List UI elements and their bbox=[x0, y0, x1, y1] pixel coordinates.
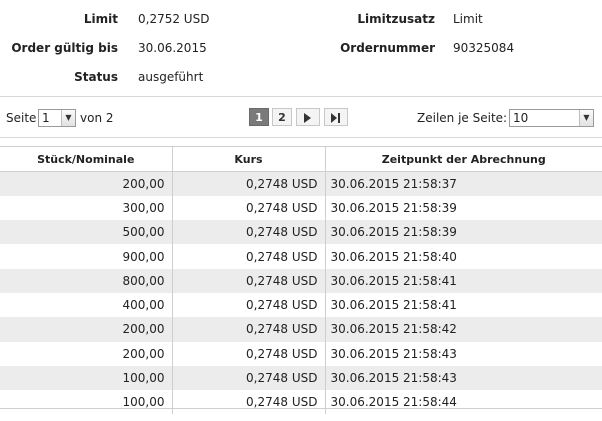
status-value: ausgeführt bbox=[138, 70, 204, 84]
limit-label: Limit bbox=[83, 12, 118, 26]
limitzusatz-value: Limit bbox=[453, 12, 483, 26]
cell-zeitpunkt: 30.06.2015 21:58:39 bbox=[324, 220, 602, 245]
cell-zeitpunkt: 30.06.2015 21:58:42 bbox=[324, 317, 602, 342]
skip-last-icon bbox=[331, 113, 340, 123]
cell-stueck: 300,00 bbox=[122, 200, 165, 215]
play-next-icon bbox=[304, 113, 311, 123]
cell-kurs: 0,2748 USD bbox=[171, 292, 325, 318]
status-label: Status bbox=[74, 70, 118, 84]
cell-zeitpunkt: 30.06.2015 21:58:40 bbox=[324, 244, 602, 269]
page-select[interactable]: 1 ▼ bbox=[38, 109, 76, 127]
von-label: von 2 bbox=[80, 111, 114, 125]
table-row: 100,00 0,2748 USD 30.06.2015 21:58:44 bbox=[0, 390, 602, 415]
table-row: 100,00 0,2748 USD 30.06.2015 21:58:43 bbox=[0, 365, 602, 391]
next-page-button[interactable] bbox=[296, 108, 320, 126]
cell-stueck: 900,00 bbox=[122, 249, 165, 264]
cell-kurs: 0,2748 USD bbox=[171, 171, 325, 196]
cell-kurs: 0,2748 USD bbox=[171, 268, 325, 293]
cell-zeitpunkt: 30.06.2015 21:58:37 bbox=[324, 171, 602, 196]
cell-stueck: 200,00 bbox=[0, 171, 172, 196]
cell-kurs: 0,2748 USD bbox=[171, 341, 325, 366]
seite-label: Seite bbox=[6, 111, 37, 125]
cell-stueck: 200,00 bbox=[122, 346, 165, 361]
zeilen-label: Zeilen je Seite: bbox=[417, 111, 508, 125]
table-row: 400,00 0,2748 USD 30.06.2015 21:58:41 bbox=[0, 292, 602, 318]
ordernummer-value: 90325084 bbox=[453, 41, 515, 55]
chevron-down-icon: ▼ bbox=[61, 110, 75, 126]
header-stueck[interactable]: Stück/Nominale bbox=[0, 146, 172, 172]
chevron-down-icon: ▼ bbox=[579, 110, 593, 126]
page-button-1[interactable]: 1 bbox=[249, 108, 269, 126]
cell-zeitpunkt: 30.06.2015 21:58:41 bbox=[324, 292, 602, 318]
order-details: Limit 0,2752 USD Limitzusatz Limit Order… bbox=[0, 0, 602, 92]
gueltig-value: 30.06.2015 bbox=[138, 41, 207, 55]
cell-kurs: 0,2748 USD bbox=[171, 244, 325, 269]
cell-kurs: 0,2748 USD bbox=[171, 365, 325, 391]
cell-kurs: 0,2748 USD bbox=[171, 195, 325, 221]
execution-table: Stück/Nominale Kurs Zeitpunkt der Abrech… bbox=[0, 146, 602, 415]
cell-stueck: 800,00 bbox=[0, 268, 172, 293]
cell-zeitpunkt: 30.06.2015 21:58:39 bbox=[324, 195, 602, 221]
table-row: 200,00 0,2748 USD 30.06.2015 21:58:42 bbox=[0, 317, 602, 342]
last-page-button[interactable] bbox=[324, 108, 348, 126]
table-bottom-divider bbox=[0, 408, 602, 409]
table-row: 300,00 0,2748 USD 30.06.2015 21:58:39 bbox=[0, 195, 602, 221]
cell-zeitpunkt: 30.06.2015 21:58:44 bbox=[324, 390, 602, 415]
limitzusatz-label: Limitzusatz bbox=[357, 12, 435, 26]
cell-stueck: 100,00 bbox=[0, 365, 172, 391]
table-row: 500,00 0,2748 USD 30.06.2015 21:58:39 bbox=[0, 220, 602, 245]
page-select-value: 1 bbox=[42, 111, 50, 125]
cell-kurs: 0,2748 USD bbox=[171, 220, 325, 245]
header-zeitpunkt[interactable]: Zeitpunkt der Abrechnung bbox=[324, 146, 602, 172]
table-row: 800,00 0,2748 USD 30.06.2015 21:58:41 bbox=[0, 268, 602, 293]
cell-kurs: 0,2748 USD bbox=[171, 317, 325, 342]
cell-stueck: 200,00 bbox=[0, 317, 172, 342]
table-row: 200,00 0,2748 USD 30.06.2015 21:58:37 bbox=[0, 171, 602, 196]
table-row: 900,00 0,2748 USD 30.06.2015 21:58:40 bbox=[0, 244, 602, 269]
header-kurs[interactable]: Kurs bbox=[171, 146, 325, 172]
gueltig-label: Order gültig bis bbox=[11, 41, 118, 55]
cell-zeitpunkt: 30.06.2015 21:58:43 bbox=[324, 365, 602, 391]
rows-per-page-select[interactable]: 10 ▼ bbox=[509, 109, 594, 127]
page-button-2[interactable]: 2 bbox=[272, 108, 292, 126]
table-header-row: Stück/Nominale Kurs Zeitpunkt der Abrech… bbox=[0, 146, 602, 172]
cell-kurs: 0,2748 USD bbox=[171, 390, 325, 415]
cell-zeitpunkt: 30.06.2015 21:58:43 bbox=[324, 341, 602, 366]
ordernummer-label: Ordernummer bbox=[340, 41, 435, 55]
rows-per-page-value: 10 bbox=[513, 111, 529, 125]
cell-zeitpunkt: 30.06.2015 21:58:41 bbox=[324, 268, 602, 293]
cell-stueck: 500,00 bbox=[0, 220, 172, 245]
cell-stueck: 400,00 bbox=[122, 298, 165, 313]
pager-bar: Seite 1 ▼ von 2 1 2 Zeilen je Seite: 10 … bbox=[0, 96, 602, 138]
limit-value: 0,2752 USD bbox=[138, 12, 210, 26]
table-row: 200,00 0,2748 USD 30.06.2015 21:58:43 bbox=[0, 341, 602, 366]
cell-stueck: 100,00 bbox=[122, 395, 165, 410]
